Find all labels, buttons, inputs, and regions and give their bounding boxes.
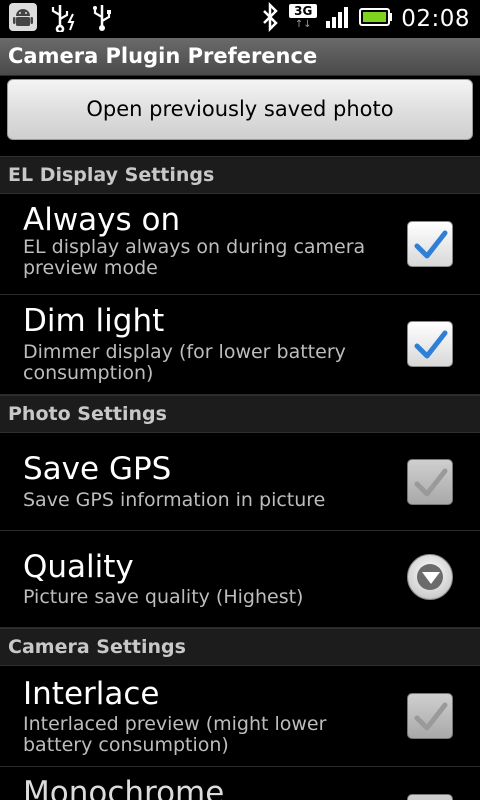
pref-title: Always on [23, 202, 181, 238]
always-on-checkbox[interactable] [407, 221, 453, 267]
button-area: Open previously saved photo [0, 76, 480, 156]
dim-light-checkbox[interactable] [407, 321, 453, 367]
data-activity-icon: ↑↓ [294, 19, 312, 30]
section-header-photo: Photo Settings [0, 395, 480, 433]
android-icon [8, 2, 38, 36]
checkmark-icon [414, 468, 448, 497]
quality-dropdown[interactable] [407, 554, 453, 600]
save-gps-checkbox[interactable] [407, 459, 453, 505]
monochrome-checkbox[interactable] [407, 794, 453, 800]
page-title: Camera Plugin Preference [8, 44, 318, 68]
section-header-label: Photo Settings [8, 403, 167, 425]
checkmark-icon [414, 230, 448, 259]
clock: 02:08 [401, 6, 470, 32]
notification-icons [8, 2, 114, 36]
checkmark-icon [414, 702, 448, 731]
usb-icon [90, 2, 114, 36]
pref-row-save-gps[interactable]: Save GPS Save GPS information in picture [0, 433, 480, 531]
pref-title: Quality [23, 549, 134, 585]
chevron-down-icon [422, 572, 440, 584]
network-type-label: 3G [289, 4, 318, 18]
pref-title: Dim light [23, 303, 165, 339]
pref-summary: Interlaced preview (might lower battery … [23, 713, 327, 756]
open-saved-photo-button[interactable]: Open previously saved photo [7, 79, 473, 140]
interlace-checkbox[interactable] [407, 693, 453, 739]
system-icons: 3G ↑↓ 02:08 [259, 1, 470, 36]
pref-title: Interlace [23, 676, 160, 712]
status-bar: 3G ↑↓ 02:08 [0, 0, 480, 38]
pref-row-quality[interactable]: Quality Picture save quality (Highest) [0, 531, 480, 628]
pref-summary: Dimmer display (for lower battery consum… [23, 341, 346, 384]
pref-row-monochrome[interactable]: Monochrome [0, 767, 480, 800]
section-header-camera: Camera Settings [0, 628, 480, 666]
pref-summary: Save GPS information in picture [23, 489, 326, 511]
section-header-label: EL Display Settings [8, 164, 215, 186]
title-bar: Camera Plugin Preference [0, 38, 480, 76]
pref-summary: EL display always on during camera previ… [23, 236, 366, 279]
bluetooth-icon [259, 1, 281, 36]
pref-row-interlace[interactable]: Interlace Interlaced preview (might lowe… [0, 666, 480, 767]
pref-row-always-on[interactable]: Always on EL display always on during ca… [0, 194, 480, 295]
pref-title: Save GPS [23, 451, 172, 487]
pref-title: Monochrome [23, 775, 225, 800]
section-header-label: Camera Settings [8, 636, 186, 658]
usb-debug-icon [48, 2, 80, 36]
pref-row-dim-light[interactable]: Dim light Dimmer display (for lower batt… [0, 295, 480, 395]
battery-icon [359, 6, 393, 32]
section-header-el-display: EL Display Settings [0, 156, 480, 194]
checkmark-icon [414, 330, 448, 359]
network-type-badge: 3G ↑↓ [289, 4, 318, 34]
pref-summary: Picture save quality (Highest) [23, 586, 304, 608]
signal-icon [325, 5, 351, 33]
